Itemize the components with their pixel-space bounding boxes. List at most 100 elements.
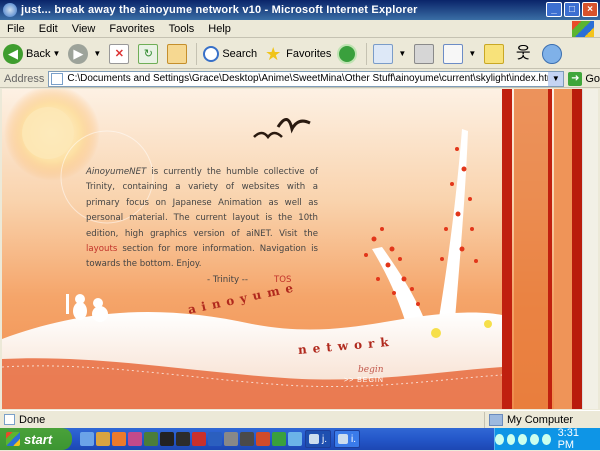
menu-tools[interactable]: Tools — [162, 23, 202, 35]
ql-app-icon[interactable] — [192, 432, 206, 446]
ie-window: just... break away the ainoyume network … — [0, 0, 600, 451]
address-input[interactable]: C:\Documents and Settings\Grace\Desktop\… — [48, 70, 565, 87]
ql-firefox-icon[interactable] — [112, 432, 126, 446]
ql-word-icon[interactable] — [208, 432, 222, 446]
print-button[interactable] — [411, 41, 440, 67]
intro-paragraph: AinoyumeNET is currently the humble coll… — [86, 165, 318, 273]
window-controls: _ □ × — [546, 2, 598, 17]
people-icon — [542, 43, 563, 64]
messenger-button[interactable]: 웃 — [510, 41, 539, 67]
windows-logo-icon — [572, 21, 594, 37]
back-button[interactable]: ◀ Back ▼ — [0, 41, 65, 67]
toolbar-separator — [366, 42, 368, 65]
toolbar-separator — [196, 42, 198, 65]
start-button[interactable]: start — [0, 428, 72, 450]
standard-toolbar: ◀ Back ▼ ▶ ▼ ✕ ↻ Search ★ Favorites ▼ ▼ … — [0, 39, 600, 69]
edit-button[interactable]: ▼ — [440, 41, 481, 67]
mail-dropdown-icon[interactable]: ▼ — [398, 49, 406, 58]
address-url[interactable]: C:\Documents and Settings\Grace\Desktop\… — [67, 73, 557, 84]
mail-button[interactable]: ▼ — [370, 41, 411, 67]
page-content: AinoyumeNET is currently the humble coll… — [2, 89, 582, 409]
tray-icon[interactable] — [494, 433, 504, 445]
ql-app-icon[interactable] — [224, 432, 238, 446]
title-bar[interactable]: just... break away the ainoyume network … — [0, 0, 600, 20]
page-icon — [51, 72, 64, 85]
quick-launch — [80, 432, 302, 446]
ql-app-icon[interactable] — [176, 432, 190, 446]
mail-icon — [373, 43, 394, 64]
discuss-button[interactable] — [481, 41, 510, 67]
tray-icon[interactable] — [541, 433, 551, 445]
page-done-icon — [4, 414, 15, 425]
stripe — [502, 89, 512, 409]
status-bar: Done My Computer — [0, 410, 600, 428]
go-label: Go — [585, 72, 600, 85]
media-button[interactable] — [334, 41, 363, 67]
stripe — [554, 89, 572, 409]
forward-button[interactable]: ▶ ▼ — [65, 41, 106, 67]
go-button[interactable]: ➜ Go — [568, 71, 600, 86]
ql-folder-icon[interactable] — [96, 432, 110, 446]
ql-app-icon[interactable] — [128, 432, 142, 446]
favorites-label: Favorites — [286, 47, 332, 60]
zone-text: My Computer — [507, 413, 574, 426]
refresh-icon: ↻ — [138, 43, 159, 64]
ql-ie-icon[interactable] — [80, 432, 94, 446]
tray-icon[interactable] — [530, 433, 539, 445]
home-button[interactable] — [164, 41, 193, 67]
search-button[interactable]: Search — [200, 41, 260, 67]
intro-text-1: is currently the humble collective of Tr… — [86, 167, 318, 239]
back-dropdown-icon[interactable]: ▼ — [52, 49, 60, 58]
stripe — [548, 89, 552, 409]
menu-file[interactable]: File — [0, 23, 32, 35]
close-button[interactable]: × — [582, 2, 598, 17]
ql-app-icon[interactable] — [240, 432, 254, 446]
ql-app-icon[interactable] — [256, 432, 270, 446]
person-icon: 웃 — [515, 44, 531, 62]
address-dropdown-icon[interactable]: ▼ — [548, 71, 564, 86]
taskbar-item-ie-1[interactable]: j. — [305, 430, 331, 448]
back-label: Back — [26, 47, 51, 60]
home-icon — [167, 43, 188, 64]
favorites-button[interactable]: ★ Favorites — [260, 41, 334, 67]
stop-button[interactable]: ✕ — [106, 41, 135, 67]
ie-icon — [3, 3, 17, 17]
forward-dropdown-icon[interactable]: ▼ — [93, 49, 101, 58]
menu-favorites[interactable]: Favorites — [102, 23, 161, 35]
ie-icon — [338, 434, 348, 444]
ql-app-icon[interactable] — [144, 432, 158, 446]
status-text: Done — [19, 413, 46, 426]
tray-icon[interactable] — [506, 433, 516, 445]
ql-app-icon[interactable] — [160, 432, 174, 446]
window-title: just... break away the ainoyume network … — [21, 4, 418, 16]
ql-app-icon[interactable] — [272, 432, 286, 446]
begin-script-text: begin — [358, 365, 384, 375]
site-name: AinoyumeNET — [86, 167, 147, 177]
bird-small — [253, 131, 283, 140]
edit-dropdown-icon[interactable]: ▼ — [468, 49, 476, 58]
menu-edit[interactable]: Edit — [32, 23, 65, 35]
sun — [22, 107, 74, 159]
search-icon — [203, 45, 220, 62]
taskbar-item-ie-2[interactable]: i. — [334, 430, 360, 448]
begin-link[interactable]: >> BEGIN — [344, 377, 384, 384]
minimize-button[interactable]: _ — [546, 2, 562, 17]
vertical-scrollbar[interactable] — [582, 89, 598, 409]
system-tray: 3:31 PM — [494, 427, 600, 451]
tray-icon[interactable] — [518, 433, 528, 445]
clock[interactable]: 3:31 PM — [558, 427, 590, 451]
star-icon: ★ — [265, 43, 282, 64]
task-label: j. — [322, 433, 327, 445]
menu-view[interactable]: View — [65, 23, 103, 35]
research-button[interactable] — [539, 41, 568, 67]
signature-text: - Trinity -- — [207, 275, 248, 285]
printer-icon — [414, 43, 435, 64]
maximize-button[interactable]: □ — [564, 2, 580, 17]
edit-page-icon — [443, 43, 464, 64]
ql-app-icon[interactable] — [288, 432, 302, 446]
refresh-button[interactable]: ↻ — [135, 41, 164, 67]
layouts-link[interactable]: layouts — [86, 244, 117, 254]
menu-help[interactable]: Help — [201, 23, 238, 35]
bird-large — [276, 118, 311, 134]
address-label: Address — [4, 72, 45, 85]
